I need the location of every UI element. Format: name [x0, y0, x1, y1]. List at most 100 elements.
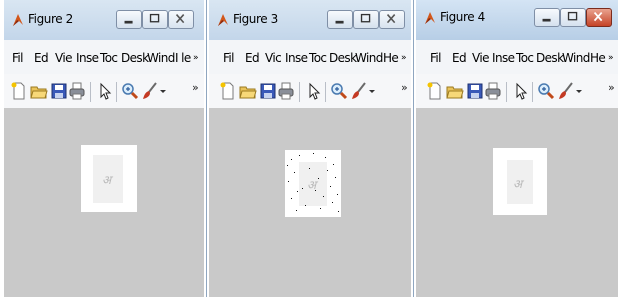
- menu-desktop[interactable]: Desk: [536, 51, 564, 65]
- save-icon[interactable]: [259, 82, 277, 100]
- pointer-icon[interactable]: [96, 82, 114, 100]
- matlab-logo-icon: [13, 14, 23, 26]
- menu-bar: Fil Ed Vie Inse Toc Desk Wind I le »: [4, 40, 204, 75]
- title-bar[interactable]: Figure 4: [416, 0, 618, 40]
- menu-bar: Fil Ed Vie Inse Toc Desk Wind He »: [416, 40, 618, 75]
- plot-area: अ: [209, 108, 411, 297]
- close-button[interactable]: [379, 10, 405, 29]
- menu-tools[interactable]: Toc: [516, 51, 534, 65]
- new-file-icon[interactable]: [10, 82, 28, 100]
- toolbar-separator: [116, 82, 117, 102]
- menu-tools[interactable]: Toc: [100, 51, 118, 65]
- toolbar-separator: [325, 82, 326, 102]
- menu-file[interactable]: Fil: [223, 51, 235, 65]
- menu-bar: Fil Ed Vic Inse Toc Desk Wind He »: [209, 40, 411, 75]
- toolbar-separator: [506, 82, 507, 102]
- window-divider: [413, 0, 414, 297]
- menu-file[interactable]: Fil: [12, 51, 24, 65]
- maximize-icon: [360, 13, 371, 23]
- minimize-button[interactable]: [534, 8, 560, 27]
- menu-desktop[interactable]: Desk: [329, 51, 357, 65]
- window-divider: [206, 0, 207, 297]
- menu-help[interactable]: I le: [175, 51, 191, 65]
- figure-4-window: Figure 4 Fil Ed Vie Inse Toc Desk Wind H…: [416, 0, 618, 297]
- menu-help[interactable]: He: [590, 51, 606, 65]
- matlab-logo-icon: [425, 12, 435, 24]
- zoom-in-icon[interactable]: [121, 82, 139, 100]
- toolbar-overflow-icon[interactable]: »: [608, 81, 615, 94]
- menu-desktop[interactable]: Desk: [121, 51, 149, 65]
- brush-icon[interactable]: [350, 82, 368, 100]
- dropdown-arrow-icon[interactable]: [368, 82, 376, 100]
- zoom-in-icon[interactable]: [330, 82, 348, 100]
- toolbar-separator: [299, 82, 300, 102]
- plot-area: अ: [416, 108, 618, 297]
- menu-edit[interactable]: Ed: [245, 51, 260, 65]
- menu-overflow[interactable]: »: [608, 53, 614, 63]
- toolbar: »: [209, 74, 411, 109]
- menu-file[interactable]: Fil: [430, 51, 442, 65]
- minimize-button[interactable]: [327, 10, 353, 29]
- menu-insert[interactable]: Inse: [285, 51, 308, 65]
- maximize-button[interactable]: [353, 10, 379, 29]
- menu-tools[interactable]: Toc: [309, 51, 327, 65]
- menu-view[interactable]: Vic: [265, 51, 282, 65]
- menu-window[interactable]: Wind: [355, 51, 383, 65]
- title-bar[interactable]: Figure 3: [209, 0, 411, 40]
- open-folder-icon[interactable]: [30, 82, 48, 100]
- toolbar-separator: [90, 82, 91, 102]
- figure-3-window: Figure 3 Fil Ed Vic Inse Toc Desk Wind H…: [209, 0, 411, 297]
- menu-window[interactable]: Wind: [147, 51, 175, 65]
- save-icon[interactable]: [50, 82, 68, 100]
- maximize-button[interactable]: [560, 8, 586, 27]
- print-icon[interactable]: [484, 82, 502, 100]
- pointer-icon[interactable]: [305, 82, 323, 100]
- dropdown-arrow-icon[interactable]: [575, 82, 583, 100]
- save-icon[interactable]: [466, 82, 484, 100]
- maximize-icon: [149, 13, 160, 23]
- noise-pixels: [287, 153, 339, 212]
- minimize-icon: [542, 18, 551, 22]
- menu-help[interactable]: He: [383, 51, 399, 65]
- open-folder-icon[interactable]: [239, 82, 257, 100]
- figure-2-window: Figure 2 Fil Ed Vie Inse Toc Desk Wind I…: [4, 0, 204, 297]
- menu-overflow[interactable]: »: [401, 53, 407, 63]
- plot-area: अ: [4, 108, 204, 297]
- menu-view[interactable]: Vie: [55, 51, 72, 65]
- close-button[interactable]: [168, 10, 194, 29]
- maximize-icon: [567, 11, 578, 21]
- close-icon: [593, 11, 603, 22]
- toolbar-overflow-icon[interactable]: »: [192, 81, 199, 94]
- toolbar-overflow-icon[interactable]: »: [401, 81, 408, 94]
- image-display: अ: [81, 145, 137, 212]
- menu-view[interactable]: Vie: [472, 51, 489, 65]
- minimize-button[interactable]: [116, 10, 142, 29]
- window-title: Figure 2: [28, 12, 73, 26]
- image-display: अ: [493, 148, 547, 215]
- maximize-button[interactable]: [142, 10, 168, 29]
- toolbar: »: [4, 74, 204, 109]
- menu-insert[interactable]: Inse: [492, 51, 515, 65]
- matlab-logo-icon: [218, 14, 228, 26]
- dropdown-arrow-icon[interactable]: [159, 82, 167, 100]
- title-bar[interactable]: Figure 2: [4, 0, 204, 40]
- print-icon[interactable]: [68, 82, 86, 100]
- close-button[interactable]: [586, 8, 612, 27]
- close-icon: [386, 14, 396, 24]
- brush-icon[interactable]: [557, 82, 575, 100]
- menu-insert[interactable]: Inse: [76, 51, 99, 65]
- menu-edit[interactable]: Ed: [452, 51, 467, 65]
- zoom-in-icon[interactable]: [537, 82, 555, 100]
- new-file-icon[interactable]: [219, 82, 237, 100]
- menu-edit[interactable]: Ed: [34, 51, 49, 65]
- minimize-icon: [124, 20, 133, 24]
- image-character: अ: [513, 177, 523, 191]
- menu-window[interactable]: Wind: [562, 51, 590, 65]
- new-file-icon[interactable]: [426, 82, 444, 100]
- menu-overflow[interactable]: »: [193, 53, 199, 63]
- open-folder-icon[interactable]: [446, 82, 464, 100]
- pointer-icon[interactable]: [512, 82, 530, 100]
- close-icon: [175, 14, 185, 24]
- brush-icon[interactable]: [141, 82, 159, 100]
- print-icon[interactable]: [277, 82, 295, 100]
